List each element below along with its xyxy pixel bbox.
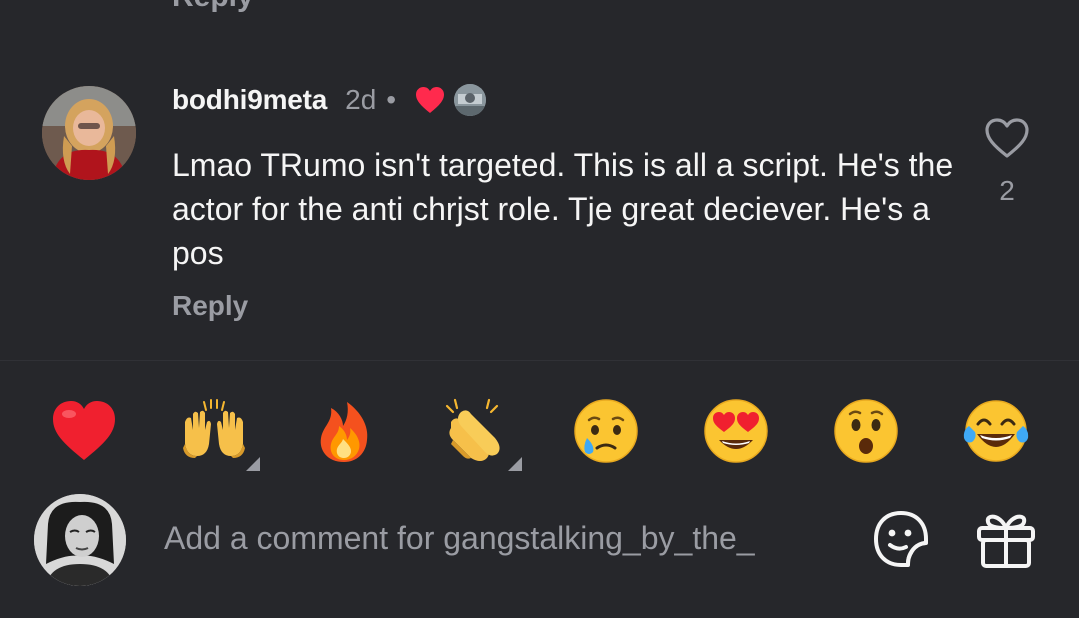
like-count: 2 [999, 175, 1015, 206]
comment-item: bodhi9meta 2d • Lmao TRumo isn't targete… [0, 0, 1079, 360]
gift-icon[interactable] [974, 508, 1038, 570]
comment-composer [0, 481, 1079, 618]
comment-meta: bodhi9meta 2d • [172, 80, 487, 120]
reply-button[interactable]: Reply [172, 290, 248, 322]
skin-tone-variant-indicator [246, 457, 260, 471]
emoji-heart-eyes[interactable] [698, 393, 774, 469]
creator-avatar [454, 84, 487, 116]
surprised-face-icon [834, 399, 898, 463]
emoji-reaction-bar [0, 361, 1079, 481]
comment-input[interactable] [164, 511, 844, 565]
red-heart-icon [53, 401, 115, 460]
raising-hands-icon [183, 399, 245, 458]
skin-tone-variant-indicator [508, 457, 522, 471]
heart-outline-icon[interactable] [984, 116, 1030, 160]
heart-eyes-icon [704, 399, 768, 463]
comment-timestamp: 2d [345, 84, 377, 115]
meta-separator: • [386, 84, 397, 115]
comment-body: Lmao TRumo isn't targeted. This is all a… [172, 147, 954, 271]
sticker-icon[interactable] [870, 509, 932, 569]
clapping-hands-icon [445, 398, 500, 461]
emoji-crying-face[interactable] [568, 393, 644, 469]
crying-face-icon [574, 399, 638, 463]
emoji-raising-hands[interactable] [176, 393, 252, 469]
emoji-red-heart[interactable] [46, 393, 122, 469]
emoji-surprised-face[interactable] [828, 393, 904, 469]
current-user-avatar[interactable] [34, 494, 126, 586]
emoji-fire[interactable] [306, 393, 382, 469]
emoji-clapping-hands[interactable] [436, 393, 512, 469]
red-heart-icon [416, 87, 445, 113]
tears-of-joy-icon [963, 400, 1029, 462]
emoji-tears-of-joy[interactable] [958, 393, 1034, 469]
commenter-avatar[interactable] [42, 86, 136, 180]
fire-icon [320, 402, 368, 462]
commenter-username[interactable]: bodhi9meta [172, 84, 327, 116]
